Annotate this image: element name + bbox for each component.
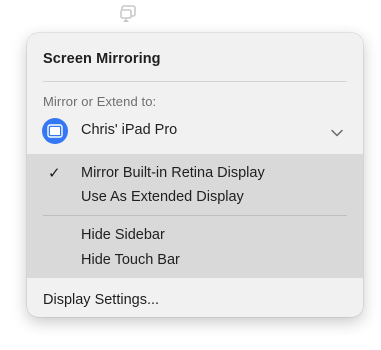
screen-mirroring-panel: Screen Mirroring Mirror or Extend to: Ch… — [27, 33, 363, 317]
option-hide-sidebar[interactable]: Hide Sidebar — [27, 225, 363, 247]
option-hide-touch-bar[interactable]: Hide Touch Bar — [27, 250, 363, 272]
option-label: Use As Extended Display — [81, 189, 244, 205]
mirror-extend-label: Mirror or Extend to: — [43, 94, 157, 109]
device-row-ipad[interactable]: Chris' iPad Pro — [27, 115, 363, 147]
chevron-down-icon[interactable] — [330, 125, 344, 137]
device-name: Chris' iPad Pro — [81, 122, 178, 138]
option-label: Hide Touch Bar — [81, 252, 180, 268]
divider — [43, 215, 347, 216]
divider — [43, 81, 347, 82]
option-mirror-built-in[interactable]: ✓ Mirror Built-in Retina Display — [27, 163, 363, 185]
screen-mirroring-icon[interactable] — [119, 5, 139, 23]
ipad-icon — [42, 118, 68, 144]
display-options-group: ✓ Mirror Built-in Retina Display Use As … — [27, 154, 363, 278]
display-settings-button[interactable]: Display Settings... — [43, 292, 159, 308]
option-extended-display[interactable]: Use As Extended Display — [27, 187, 363, 209]
option-label: Hide Sidebar — [81, 227, 165, 243]
checkmark-icon: ✓ — [48, 165, 61, 182]
option-label: Mirror Built-in Retina Display — [81, 165, 265, 181]
panel-title: Screen Mirroring — [43, 51, 161, 67]
